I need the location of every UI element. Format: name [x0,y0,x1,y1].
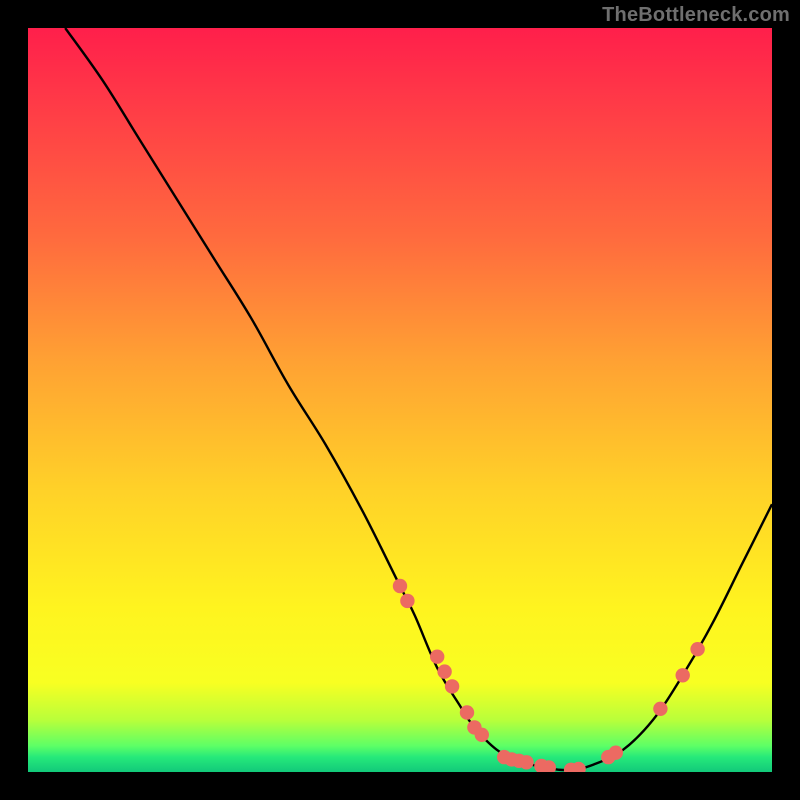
data-marker [393,579,407,593]
chart-frame: TheBottleneck.com [0,0,800,800]
bottleneck-curve [65,28,772,770]
data-marker [519,755,533,769]
data-marker [437,664,451,678]
data-marker [460,705,474,719]
chart-svg [28,28,772,772]
data-marker [430,650,444,664]
data-marker [653,702,667,716]
data-markers [393,579,705,772]
data-marker [676,668,690,682]
data-marker [475,728,489,742]
data-marker [445,679,459,693]
data-marker [400,594,414,608]
watermark-text: TheBottleneck.com [602,4,790,27]
plot-area [28,28,772,772]
data-marker [609,746,623,760]
data-marker [690,642,704,656]
